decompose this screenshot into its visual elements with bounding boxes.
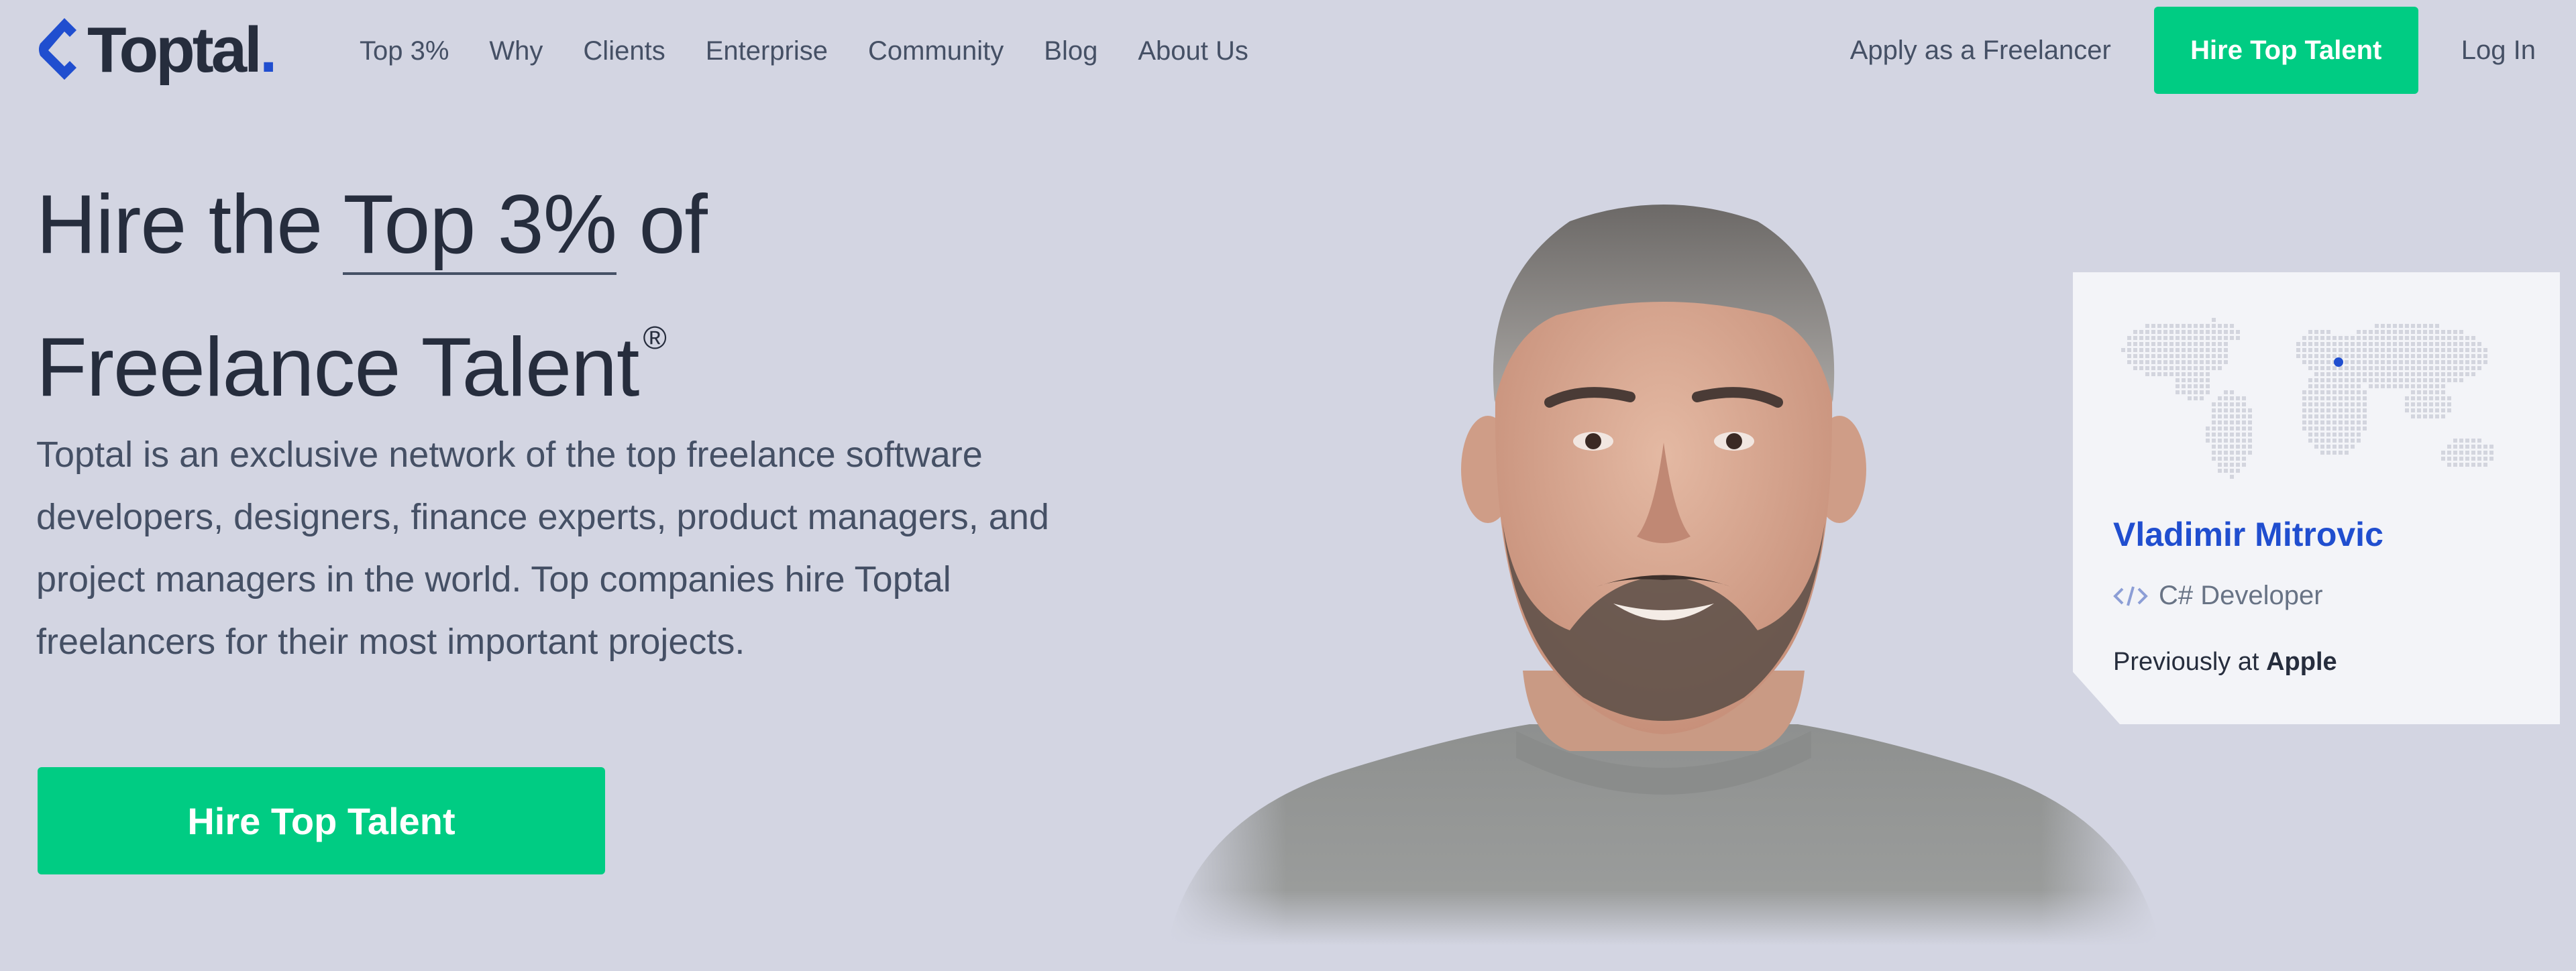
headline-line2: Freelance Talent: [36, 321, 639, 414]
nav-link-top-3[interactable]: Top 3%: [360, 32, 449, 70]
nav-link-why[interactable]: Why: [489, 32, 543, 70]
freelancer-portrait: [1167, 205, 2160, 946]
logo-dot: .: [259, 14, 278, 86]
login-link[interactable]: Log In: [2461, 36, 2536, 66]
nav-actions: Apply as a Freelancer Hire Top Talent Lo…: [1850, 7, 2576, 94]
nav-link-clients[interactable]: Clients: [583, 32, 665, 70]
nav-link-about-us[interactable]: About Us: [1138, 32, 1248, 70]
hero-description: Toptal is an exclusive network of the to…: [36, 435, 1049, 662]
freelancer-role: C# Developer: [2113, 581, 2323, 611]
code-icon: [2113, 585, 2148, 606]
previous-employer: Previously at Apple: [2113, 648, 2337, 677]
top-nav: Toptal . Top 3% Why Clients Enterprise C…: [0, 0, 2576, 102]
freelancer-name[interactable]: Vladimir Mitrovic: [2113, 515, 2383, 554]
nav-link-enterprise[interactable]: Enterprise: [706, 32, 828, 70]
nav-link-blog[interactable]: Blog: [1044, 32, 1097, 70]
freelancer-profile-card[interactable]: Vladimir Mitrovic C# Developer Previousl…: [2073, 272, 2560, 724]
toptal-logo-icon: [39, 18, 76, 80]
registered-mark: ®: [643, 321, 667, 356]
apply-freelancer-link[interactable]: Apply as a Freelancer: [1850, 36, 2111, 66]
hero-headline: Hire the Top 3% of Freelance Talent ®: [36, 168, 708, 424]
primary-nav: Top 3% Why Clients Enterprise Community …: [360, 32, 1248, 70]
page: Toptal . Top 3% Why Clients Enterprise C…: [0, 0, 2576, 971]
freelancer-role-label: C# Developer: [2159, 581, 2323, 610]
previous-company: Apple: [2266, 648, 2337, 676]
headline-pre: Hire the: [36, 178, 323, 271]
toptal-logo[interactable]: Toptal .: [38, 17, 278, 83]
location-marker: [2334, 357, 2343, 367]
world-map-icon: [2121, 318, 2493, 479]
nav-link-community[interactable]: Community: [868, 32, 1004, 70]
headline-highlight: Top 3%: [343, 178, 617, 275]
headline-post: of: [639, 178, 707, 271]
previously-label: Previously at: [2113, 648, 2259, 676]
hero-hire-button[interactable]: Hire Top Talent: [38, 767, 605, 874]
logo-wordmark: Toptal: [87, 14, 262, 86]
nav-hire-button[interactable]: Hire Top Talent: [2153, 7, 2418, 94]
